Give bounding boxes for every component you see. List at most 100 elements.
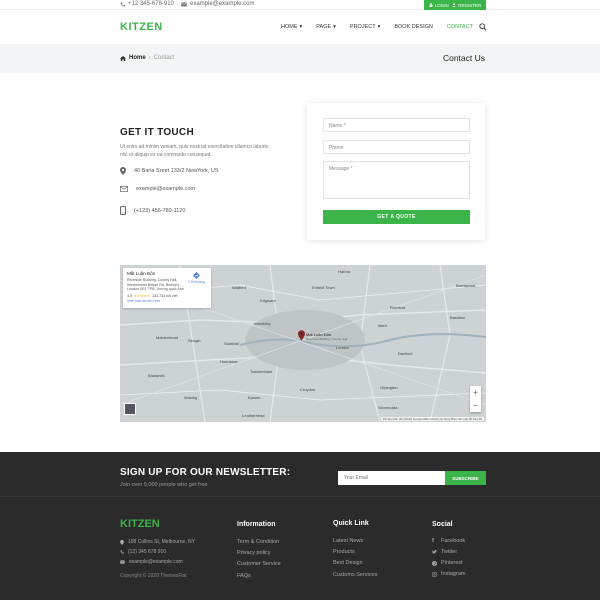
copyright: Copyright © 2020 ThemesFlat [120, 573, 187, 579]
zoom-controls: + − [470, 386, 481, 412]
map-place: Southall [224, 341, 239, 346]
breadcrumb-current: Contact [153, 55, 175, 61]
nav-home[interactable]: HOME ▾ [281, 24, 302, 30]
nav-label: PROJECT [349, 24, 376, 30]
instagram-icon [432, 571, 437, 577]
map-place: Hounslow [220, 359, 238, 364]
footer-link-privacy[interactable]: Privacy policy [237, 550, 271, 556]
breadcrumb-bar: Home › Contact Contact Us [0, 44, 600, 73]
top-email[interactable]: example@example.com [181, 1, 254, 7]
footer-link-best-design[interactable]: Best Design [333, 560, 363, 566]
breadcrumb-home[interactable]: Home [129, 55, 146, 61]
auth-bar: LOGIN REGISTER [424, 0, 486, 10]
map-place: Enfield Town [312, 285, 335, 290]
directions-icon [193, 272, 201, 279]
site-logo[interactable]: KITZEN [120, 21, 163, 33]
map-place: Ilford [378, 323, 387, 328]
contact-phone-text: (+123) 456-789-1120 [134, 207, 186, 214]
contact-email[interactable]: example@example.com [120, 186, 195, 192]
map-card-rating: 4.5 ★★★★★ 133.734 bài viết [127, 294, 207, 298]
map-place: Twickenham [250, 369, 273, 374]
footer-email-text: example@example.com [129, 559, 183, 565]
nav-label: PAGE [316, 24, 332, 30]
social-twitter[interactable]: Twitter [432, 549, 457, 555]
map-card-address: Riverside Building, County Hall, Westmin… [127, 278, 184, 291]
map-pin-sub: Riverside Building, County Hall [306, 337, 348, 341]
contact-description: Ut enim ad minim veniam, quis nostrud ex… [120, 144, 269, 158]
nav-page[interactable]: PAGE ▾ [316, 24, 336, 30]
newsletter-email-input[interactable] [338, 471, 445, 485]
social-label: Pinterest [441, 560, 463, 566]
nav-book-design[interactable]: BOOK DESIGN [394, 24, 433, 30]
newsletter-subtitle: Join over 5,000 people who get free [120, 482, 208, 488]
top-phone[interactable]: +12 345-678-910 [120, 1, 174, 7]
search-icon[interactable] [479, 23, 487, 31]
get-quote-button[interactable]: GET A QUOTE [323, 210, 470, 224]
newsletter-title: SIGN UP FOR OUR NEWSLETTER: [120, 467, 291, 478]
social-facebook[interactable]: f Facebook [432, 538, 465, 544]
footer-link-customs-services[interactable]: Customs Services [333, 572, 377, 578]
contact-phone[interactable]: (+123) 456-789-1120 [120, 206, 185, 215]
main-nav: HOME ▾ PAGE ▾ PROJECT ▾ BOOK DESIGN CONTACT [281, 24, 487, 30]
facebook-icon: f [432, 538, 434, 544]
footer-link-latest-news[interactable]: Latest News [333, 538, 363, 544]
rating-value: 4.5 [127, 293, 132, 298]
map-place: Watford [232, 285, 246, 290]
social-instagram[interactable]: Instagram [432, 571, 465, 577]
breadcrumb: Home › Contact [120, 55, 174, 61]
login-label: LOGIN [434, 2, 449, 8]
register-label: REGISTER [458, 2, 482, 8]
review-count[interactable]: 133.734 bài viết [152, 294, 177, 298]
pinterest-icon [432, 560, 437, 566]
header: KITZEN HOME ▾ PAGE ▾ PROJECT ▾ BOOK DESIGN … [0, 10, 600, 44]
footer-phone[interactable]: (12) 345 678 910 [120, 549, 166, 555]
login-link[interactable]: LOGIN [429, 3, 449, 8]
top-phone-text: +12 345-678-910 [128, 1, 174, 7]
contact-title: GET IT TOUCH [120, 127, 194, 138]
mobile-icon [120, 206, 126, 215]
page-title: Contact Us [442, 53, 485, 63]
map-place: Sevenoaks [378, 405, 398, 410]
map-place: Dartford [398, 351, 413, 356]
footer-link-terms[interactable]: Term & Condition [237, 539, 279, 545]
footer-logo[interactable]: KITZEN [120, 518, 160, 530]
map[interactable]: Harlow Chesham Enfield Town Watford Edgw… [120, 265, 486, 422]
zoom-in-icon[interactable]: + [473, 388, 478, 397]
map-place: Edgware [260, 298, 276, 303]
social-label: Facebook [441, 538, 466, 544]
phone-icon [120, 550, 124, 554]
subscribe-button[interactable]: SUBSCRIBE [445, 471, 486, 485]
footer-phone-text: (12) 345 678 910 [128, 549, 167, 555]
directions-link[interactable]: Chỉ đường [188, 272, 205, 284]
nav-label: HOME [281, 24, 298, 30]
social-label: Twitter [441, 549, 458, 555]
nav-contact[interactable]: CONTACT [447, 24, 473, 30]
footer-link-customer-service[interactable]: Customer Service [237, 561, 281, 567]
larger-map-link[interactable]: Xem bản đồ lớn hơn [127, 299, 207, 303]
map-place: Orpington [380, 385, 398, 390]
nav-project[interactable]: PROJECT ▾ [350, 24, 380, 30]
chevron-down-icon: ▾ [299, 24, 303, 30]
zoom-out-icon[interactable]: − [473, 401, 478, 410]
footer-link-faqs[interactable]: FAQs [237, 573, 251, 579]
social-pinterest[interactable]: Pinterest [432, 560, 463, 566]
satellite-toggle[interactable] [124, 403, 136, 415]
lock-icon [429, 3, 433, 7]
footer-email[interactable]: example@example.com [120, 559, 183, 565]
footer-divider [0, 496, 600, 497]
name-field[interactable]: Name * [323, 118, 470, 132]
footer-address: 198 Collins St, Melbourne, NY [120, 539, 195, 545]
map-place: Romford [390, 305, 406, 310]
chevron-down-icon: ▾ [377, 24, 381, 30]
breadcrumb-separator: › [148, 55, 151, 61]
phone-field[interactable]: Phone [323, 140, 470, 154]
message-field[interactable]: Message * [323, 161, 470, 199]
map-place: Harlow [338, 269, 351, 274]
footer-link-products[interactable]: Products [333, 549, 355, 555]
directions-label: Chỉ đường [188, 280, 205, 284]
map-place: Woking [184, 395, 198, 400]
contact-email-text: example@example.com [136, 186, 196, 192]
contact-address-text: 40 Baria Sreet 133/2 NewYork, US [134, 168, 219, 174]
top-bar: +12 345-678-910 example@example.com LOGI… [0, 0, 600, 10]
register-link[interactable]: REGISTER [452, 3, 481, 8]
